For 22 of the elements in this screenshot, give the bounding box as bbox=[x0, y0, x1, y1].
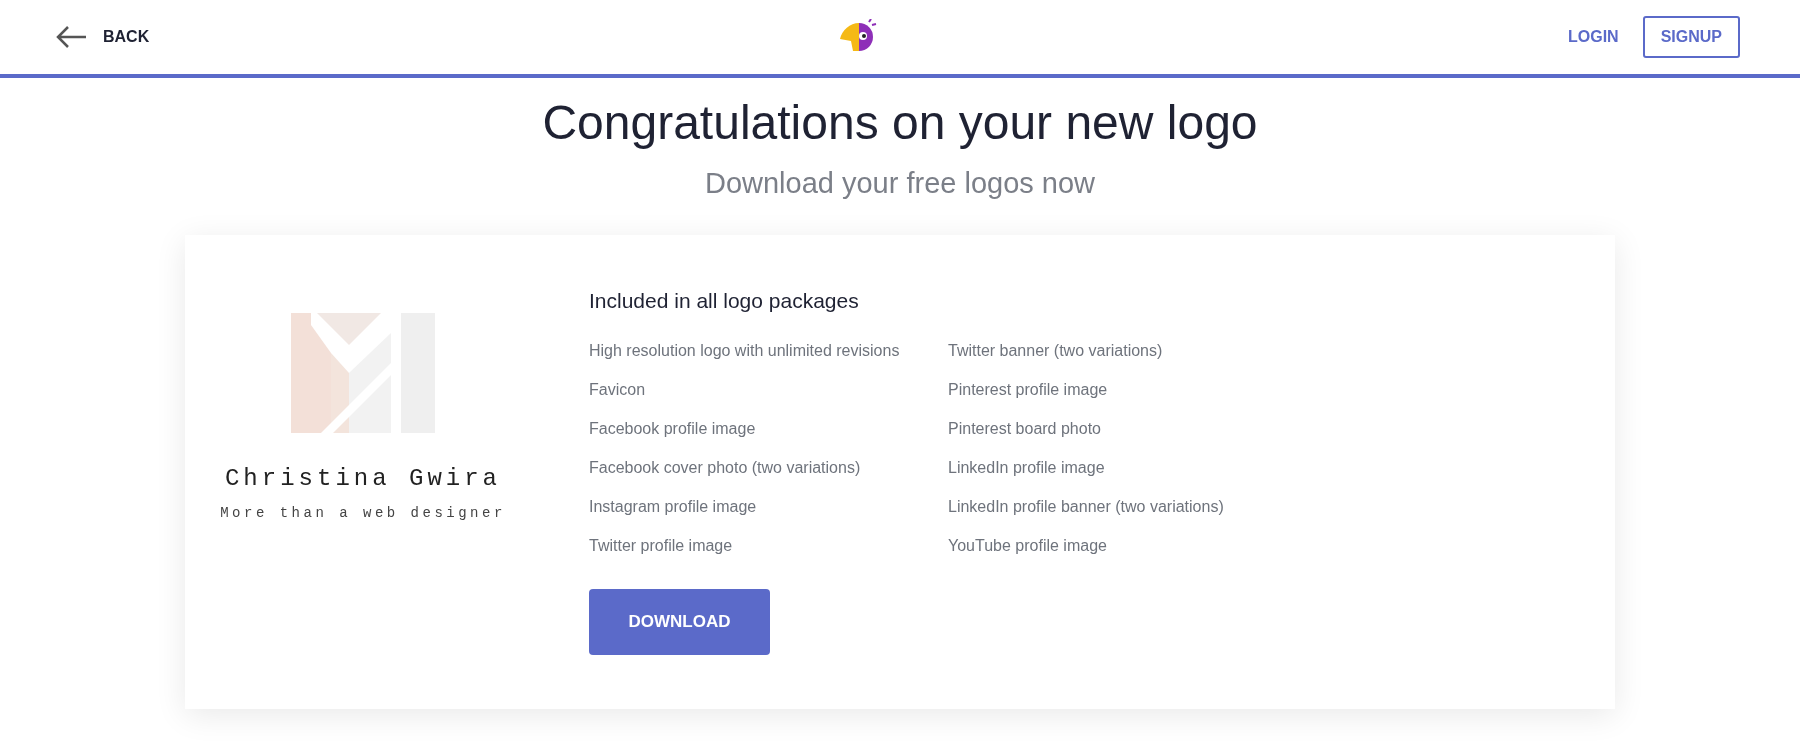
logo-tagline: More than a web designer bbox=[219, 504, 507, 524]
download-button[interactable]: DOWNLOAD bbox=[589, 588, 770, 655]
package-item: Pinterest board photo bbox=[948, 419, 1101, 437]
package-item: Twitter banner (two variations) bbox=[948, 341, 1163, 359]
package-item: High resolution logo with unlimited revisions bbox=[589, 341, 900, 359]
package-item: Pinterest profile image bbox=[948, 380, 1108, 398]
package-item: Twitter profile image bbox=[589, 536, 733, 554]
package-item: Instagram profile image bbox=[589, 497, 757, 515]
logo-name: Christina Gwira bbox=[223, 464, 502, 495]
back-link[interactable]: BACK bbox=[55, 25, 150, 49]
package-item: YouTube profile image bbox=[948, 536, 1107, 554]
login-link[interactable]: LOGIN bbox=[1567, 25, 1619, 49]
page-subtitle: Download your free logos now bbox=[703, 165, 1097, 201]
signup-button[interactable]: SIGNUP bbox=[1642, 16, 1740, 58]
back-arrow-icon bbox=[55, 25, 87, 49]
package-item: LinkedIn profile banner (two variations) bbox=[948, 497, 1224, 515]
package-heading: Included in all logo packages bbox=[589, 288, 860, 315]
package-item: Facebook profile image bbox=[589, 419, 756, 437]
page-title: Congratulations on your new logo bbox=[541, 95, 1259, 151]
package-item: Favicon bbox=[589, 380, 646, 398]
package-item: LinkedIn profile image bbox=[948, 458, 1105, 476]
package-item: Facebook cover photo (two variations) bbox=[589, 458, 861, 476]
